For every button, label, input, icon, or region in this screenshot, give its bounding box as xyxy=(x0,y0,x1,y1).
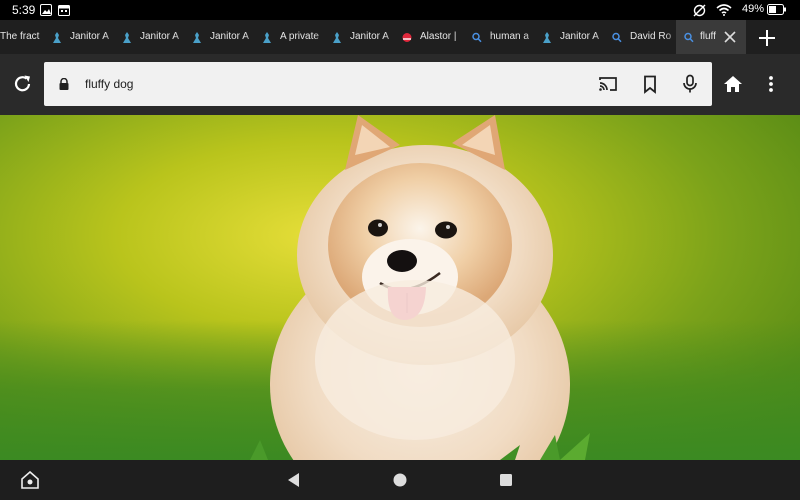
red-circle-icon xyxy=(402,33,412,42)
plus-icon[interactable] xyxy=(756,27,778,49)
no-sync-icon xyxy=(693,4,706,17)
tab-strip: The fract Janitor A Janitor A Janitor A … xyxy=(0,20,800,54)
web-content[interactable] xyxy=(0,115,800,460)
address-text[interactable]: fluffy dog xyxy=(85,77,133,91)
cast-icon[interactable] xyxy=(598,74,618,94)
recents-icon[interactable] xyxy=(497,471,515,489)
tab[interactable]: Alastor | xyxy=(402,20,472,54)
tab[interactable]: Janitor A xyxy=(122,20,192,54)
calendar-icon xyxy=(58,5,70,16)
janitor-icon xyxy=(53,32,61,43)
lock-icon xyxy=(59,78,69,90)
home-icon[interactable] xyxy=(723,74,743,94)
search-icon xyxy=(612,32,622,43)
address-bar[interactable]: fluffy dog xyxy=(44,62,712,106)
menu-icon[interactable] xyxy=(765,74,777,94)
janitor-icon xyxy=(123,32,131,43)
battery-icon xyxy=(767,4,786,15)
search-icon xyxy=(472,32,482,43)
janitor-icon xyxy=(333,32,341,43)
tab[interactable]: Janitor A xyxy=(52,20,122,54)
tab-label: The fract xyxy=(0,31,40,42)
dog-image xyxy=(250,115,590,460)
bookmark-icon[interactable] xyxy=(640,74,660,94)
toolbar: fluffy dog xyxy=(0,54,800,115)
tab[interactable]: Janitor A xyxy=(542,20,612,54)
mic-icon[interactable] xyxy=(680,74,700,94)
tab[interactable]: Janitor A xyxy=(332,20,402,54)
close-icon[interactable] xyxy=(722,29,738,45)
tab[interactable]: Janitor A xyxy=(192,20,262,54)
tab[interactable]: human a xyxy=(472,20,542,54)
home-circle-icon[interactable] xyxy=(391,471,409,489)
reload-icon[interactable] xyxy=(12,73,34,95)
back-icon[interactable] xyxy=(285,471,303,489)
tab-label: Alastor | xyxy=(420,31,457,42)
tab-active[interactable]: fluff xyxy=(676,20,746,54)
wifi-icon xyxy=(716,4,732,16)
tab-label: fluff xyxy=(700,31,716,42)
tab[interactable]: A private xyxy=(262,20,332,54)
silk-icon[interactable] xyxy=(21,471,39,489)
tab[interactable]: David Ro xyxy=(612,20,682,54)
battery-percent: 49% xyxy=(742,3,765,15)
image-icon xyxy=(40,4,52,16)
system-nav-bar xyxy=(0,460,800,500)
janitor-icon xyxy=(543,32,551,43)
janitor-icon xyxy=(263,32,271,43)
clock: 5:39 xyxy=(12,3,36,17)
status-bar: 5:39 49% xyxy=(0,0,800,20)
janitor-icon xyxy=(193,32,201,43)
search-icon xyxy=(684,32,694,43)
